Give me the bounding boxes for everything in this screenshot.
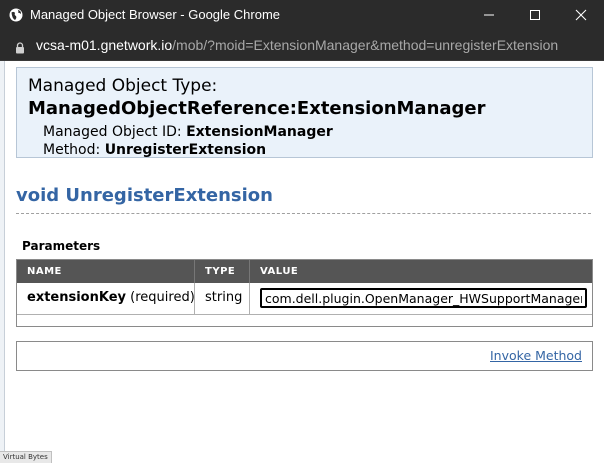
invoke-box: Invoke Method bbox=[16, 341, 593, 371]
column-header-name: NAME bbox=[27, 266, 62, 277]
param-type: string bbox=[205, 290, 243, 305]
left-edge-strip bbox=[0, 61, 5, 463]
method-label: Method: bbox=[43, 142, 101, 158]
parameters-heading: Parameters bbox=[22, 239, 101, 253]
maximize-icon bbox=[530, 10, 540, 20]
window-title: Managed Object Browser - Google Chrome bbox=[30, 7, 281, 22]
parameters-table: NAME TYPE VALUE extensionKey (required) … bbox=[16, 259, 593, 327]
column-header-type: TYPE bbox=[205, 266, 236, 277]
close-icon bbox=[575, 9, 587, 21]
column-divider bbox=[194, 283, 195, 314]
page-content: Managed Object Type: ManagedObjectRefere… bbox=[0, 61, 604, 463]
table-row: extensionKey (required) string bbox=[17, 283, 592, 315]
status-bar: Virtual Bytes bbox=[0, 451, 52, 463]
managed-object-id-label: Managed Object ID: bbox=[43, 124, 182, 140]
param-qualifier: (required) bbox=[130, 290, 195, 305]
minimize-button[interactable] bbox=[466, 0, 512, 30]
column-divider bbox=[249, 260, 250, 283]
url-path: /mob/?moid=ExtensionManager&method=unreg… bbox=[172, 37, 559, 53]
column-divider bbox=[194, 260, 195, 283]
dashed-divider bbox=[16, 213, 591, 214]
object-header: Managed Object Type: ManagedObjectRefere… bbox=[16, 67, 593, 158]
param-name: extensionKey bbox=[27, 290, 127, 305]
url-host: vcsa-m01.gnetwork.io bbox=[36, 37, 173, 53]
url-text[interactable]: vcsa-m01.gnetwork.io/mob/?moid=Extension… bbox=[36, 37, 558, 53]
method-line: Method: UnregisterExtension bbox=[43, 142, 266, 158]
managed-object-type-label: Managed Object Type: bbox=[28, 76, 218, 96]
extension-key-input[interactable] bbox=[260, 288, 587, 308]
managed-object-id-line: Managed Object ID: ExtensionManager bbox=[43, 124, 333, 140]
minimize-icon bbox=[484, 14, 494, 16]
method-signature: void UnregisterExtension bbox=[16, 185, 273, 206]
managed-object-reference: ManagedObjectReference:ExtensionManager bbox=[28, 98, 486, 119]
table-header: NAME TYPE VALUE bbox=[17, 260, 592, 283]
lock-icon bbox=[15, 39, 25, 58]
globe-icon bbox=[9, 7, 23, 22]
param-name-cell: extensionKey (required) bbox=[27, 290, 195, 305]
window-titlebar: Managed Object Browser - Google Chrome bbox=[0, 0, 604, 30]
column-header-value: VALUE bbox=[260, 266, 299, 277]
column-divider bbox=[249, 283, 250, 314]
method-value: UnregisterExtension bbox=[104, 142, 267, 158]
managed-object-id-value: ExtensionManager bbox=[186, 124, 333, 140]
address-bar[interactable]: vcsa-m01.gnetwork.io/mob/?moid=Extension… bbox=[0, 30, 604, 61]
maximize-button[interactable] bbox=[512, 0, 558, 30]
close-button[interactable] bbox=[558, 0, 604, 30]
invoke-method-link[interactable]: Invoke Method bbox=[490, 348, 582, 363]
